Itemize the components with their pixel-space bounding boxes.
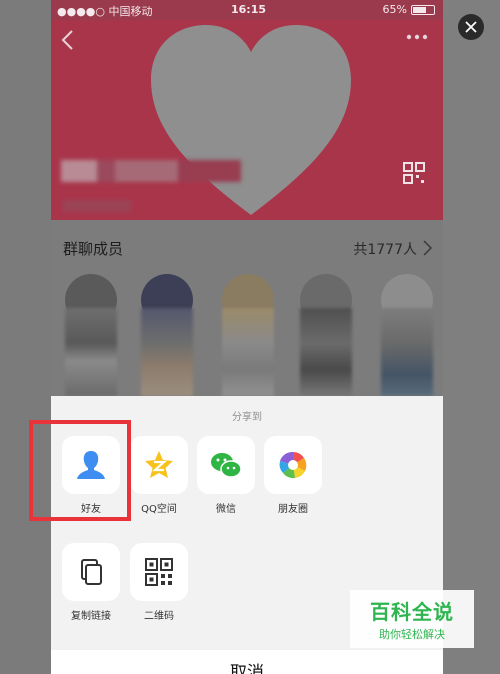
watermark-subtitle: 助你轻松解决 xyxy=(379,628,445,641)
group-name-blurred xyxy=(61,160,241,182)
moments-icon xyxy=(279,451,307,479)
cancel-label: 取消 xyxy=(230,663,264,674)
clock: 16:15 xyxy=(231,3,267,16)
group-id-blurred xyxy=(63,200,131,212)
member-avatar[interactable] xyxy=(381,274,433,396)
battery-percent: 65% xyxy=(382,3,407,16)
close-button[interactable] xyxy=(458,14,484,40)
qr-code-icon[interactable] xyxy=(403,162,425,184)
group-cover xyxy=(51,20,443,220)
back-icon[interactable] xyxy=(57,28,81,52)
watermark: 百科全说 助你轻松解决 xyxy=(350,590,474,648)
cancel-button[interactable]: 取消 xyxy=(51,650,443,674)
close-icon xyxy=(465,21,477,33)
more-icon[interactable] xyxy=(405,30,429,44)
chevron-right-icon[interactable] xyxy=(421,239,433,257)
member-avatar[interactable] xyxy=(141,274,193,396)
highlight-box xyxy=(29,420,131,521)
member-avatar[interactable] xyxy=(300,274,352,396)
wechat-icon xyxy=(211,453,242,478)
copy-link-label: 复制链接 xyxy=(71,611,111,622)
member-avatar[interactable] xyxy=(222,274,274,396)
share-qzone-label: QQ空间 xyxy=(141,504,177,515)
share-wechat-label: 微信 xyxy=(216,504,236,515)
qzone-icon xyxy=(145,451,173,478)
heart-image xyxy=(151,25,351,215)
watermark-title: 百科全说 xyxy=(370,600,454,624)
qr-code-icon xyxy=(145,558,173,586)
carrier-label: ●●●●○ 中国移动 xyxy=(57,5,153,18)
qr-code-label: 二维码 xyxy=(144,611,174,622)
share-moments-label: 朋友圈 xyxy=(278,504,308,515)
dimmed-background-right xyxy=(443,0,500,674)
phone-screen: ●●●●○ 中国移动 16:15 65% 群聊成员 共1777人 分享到 好友 … xyxy=(51,0,443,674)
group-members-section[interactable]: 群聊成员 共1777人 xyxy=(51,220,443,396)
battery-icon xyxy=(411,5,435,15)
members-count[interactable]: 共1777人 xyxy=(353,239,417,259)
status-bar: ●●●●○ 中国移动 16:15 65% xyxy=(51,0,443,20)
copy-link-icon xyxy=(81,559,102,585)
member-avatar[interactable] xyxy=(65,274,117,396)
dimmed-background-left xyxy=(0,0,51,674)
members-title: 群聊成员 xyxy=(63,240,124,258)
